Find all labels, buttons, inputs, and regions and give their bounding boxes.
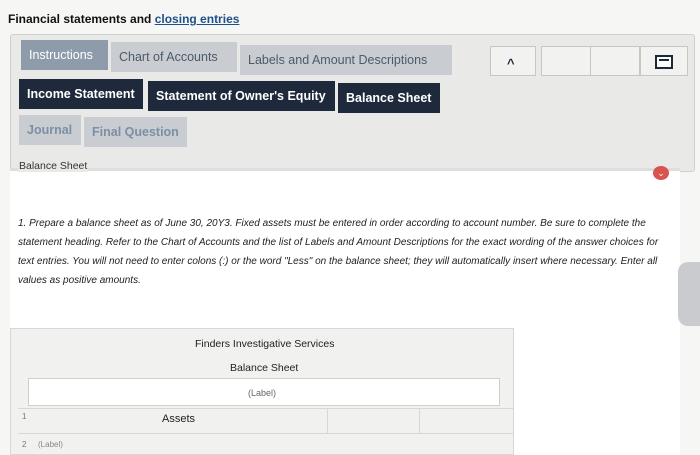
- alert-icon[interactable]: ⌄: [653, 166, 669, 180]
- tab-journal[interactable]: Journal: [19, 115, 81, 145]
- statement-title: Balance Sheet: [230, 362, 299, 374]
- row-2-label[interactable]: (Label): [38, 440, 63, 449]
- company-name: Finders Investigative Services: [195, 338, 335, 350]
- section-label: Balance Sheet: [18, 160, 89, 172]
- instructions-text: 1. Prepare a balance sheet as of June 30…: [18, 218, 659, 286]
- previous-button[interactable]: ^: [490, 46, 536, 76]
- page-title: Financial statements and closing entries: [8, 12, 239, 26]
- tab-instructions[interactable]: Instructions: [21, 40, 108, 70]
- tab-labels-and-amount-descriptions[interactable]: Labels and Amount Descriptions: [240, 45, 452, 75]
- nav-blank-1[interactable]: [541, 46, 591, 76]
- row-1-amount-cell-1[interactable]: [328, 408, 420, 434]
- row-number: 2: [22, 440, 27, 449]
- date-label-placeholder: (Label): [248, 388, 277, 398]
- tab-balance-sheet[interactable]: Balance Sheet: [338, 83, 440, 113]
- page-title-text: Financial statements and: [8, 12, 155, 26]
- tab-final-question[interactable]: Final Question: [84, 117, 187, 147]
- menu-icon: [655, 55, 673, 69]
- closing-entries-link[interactable]: closing entries: [155, 12, 240, 26]
- chevron-up-icon: ^: [507, 56, 515, 71]
- tab-income-statement[interactable]: Income Statement: [19, 79, 143, 109]
- menu-button[interactable]: [640, 46, 688, 76]
- side-scroll-handle[interactable]: [678, 262, 700, 326]
- nav-blank-2[interactable]: [590, 46, 640, 76]
- assets-label: Assets: [162, 413, 196, 425]
- tab-statement-of-owners-equity[interactable]: Statement of Owner's Equity: [148, 81, 335, 111]
- tab-chart-of-accounts[interactable]: Chart of Accounts: [111, 42, 237, 72]
- row-number: 1: [22, 412, 27, 421]
- row-1-amount-cell-2[interactable]: [420, 408, 512, 434]
